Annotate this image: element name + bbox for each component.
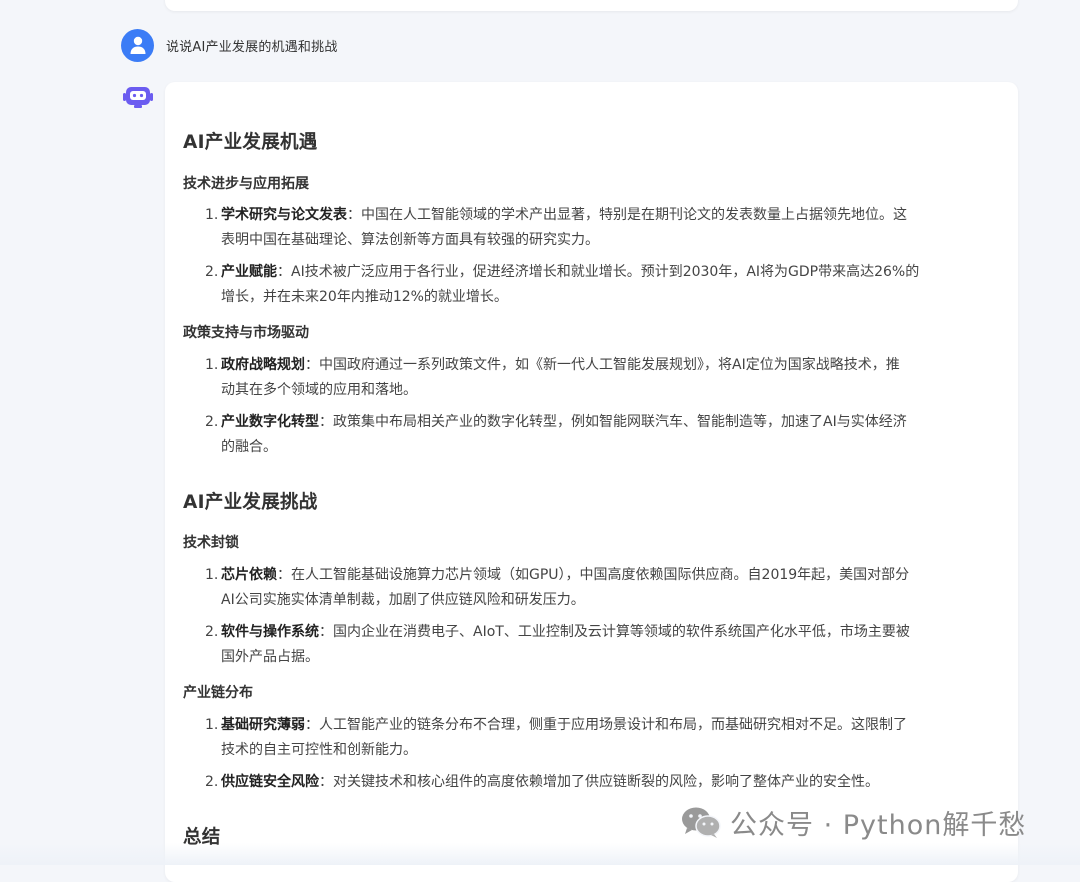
item-text: ：中国在人工智能领域的学术产出显著，特别是在期刊论文的发表数量上占据领先地位。这 (347, 207, 907, 223)
item-text: ：对关键技术和核心组件的高度依赖增加了供应链断裂的风险，影响了整体产业的安全性。 (319, 774, 879, 790)
assistant-bot-icon (123, 87, 153, 108)
item-text: 国外产品占据。 (221, 649, 319, 665)
section-title-opportunities: AI产业发展机遇 (183, 132, 318, 153)
list-number: 1. (205, 207, 219, 223)
item-text: 表明中国在基础理论、算法创新等方面具有较强的研究实力。 (221, 232, 599, 248)
item-term: 软件与操作系统 (221, 624, 319, 640)
list-item: 2. 产业数字化转型：政策集中布局相关产业的数字化转型，例如智能网联汽车、智能制… (205, 410, 984, 460)
section-title-challenges: AI产业发展挑战 (183, 492, 318, 513)
item-text: ：AI技术被广泛应用于各行业，促进经济增长和就业增长。预计到2030年，AI将为… (277, 264, 920, 280)
subheading-tech-blockade: 技术封锁 (183, 535, 239, 551)
list-item: 2. 产业赋能：AI技术被广泛应用于各行业，促进经济增长和就业增长。预计到203… (205, 260, 984, 310)
watermark-text: 公众号 · Python解千愁 (730, 809, 1027, 841)
list-item: 1. 政府战略规划：中国政府通过一系列政策文件，如《新一代人工智能发展规划》，将… (205, 353, 984, 403)
item-text: ：政策集中布局相关产业的数字化转型，例如智能网联汽车、智能制造等，加速了AI与实… (319, 414, 907, 430)
item-text: 的融合。 (221, 439, 277, 455)
list-item: 1. 基础研究薄弱：人工智能产业的链条分布不合理，侧重于应用场景设计和布局，而基… (205, 713, 984, 763)
previous-message-card (165, 0, 1018, 11)
list-number: 1. (205, 567, 219, 583)
assistant-answer-card: AI产业发展机遇 技术进步与应用拓展 1. 学术研究与论文发表：中国在人工智能领… (165, 82, 1018, 882)
bottom-fade (0, 843, 1080, 865)
user-message-text: 说说AI产业发展的机遇和挑战 (166, 39, 338, 55)
item-term: 产业数字化转型 (221, 414, 319, 430)
list-number: 2. (205, 774, 219, 790)
item-text: 技术的自主可控性和创新能力。 (221, 742, 417, 758)
list-item: 1. 芯片依赖：在人工智能基础设施算力芯片领域（如GPU），中国高度依赖国际供应… (205, 563, 984, 613)
subheading-policy: 政策支持与市场驱动 (183, 325, 309, 341)
wechat-icon (682, 807, 721, 838)
user-icon (130, 36, 145, 54)
item-text: AI公司实施实体清单制裁，加剧了供应链风险和研发压力。 (221, 592, 585, 608)
item-term: 政府战略规划 (221, 357, 305, 373)
item-text: ：在人工智能基础设施算力芯片领域（如GPU），中国高度依赖国际供应商。自2019… (277, 567, 910, 583)
watermark: 公众号 · Python解千愁 (680, 801, 1026, 843)
item-text: 动其在多个领域的应用和落地。 (221, 382, 417, 398)
list-item: 2. 软件与操作系统：国内企业在消费电子、AIoT、工业控制及云计算等领域的软件… (205, 620, 984, 670)
list-number: 2. (205, 264, 219, 280)
item-text: 增长，并在未来20年内推动12%的就业增长。 (221, 289, 508, 305)
list-item: 2. 供应链安全风险：对关键技术和核心组件的高度依赖增加了供应链断裂的风险，影响… (205, 770, 984, 795)
user-avatar (121, 28, 154, 62)
subheading-tech-progress: 技术进步与应用拓展 (183, 176, 309, 192)
list-number: 2. (205, 624, 219, 640)
subheading-industry-chain: 产业链分布 (183, 685, 253, 701)
item-term: 供应链安全风险 (221, 774, 319, 790)
item-term: 芯片依赖 (221, 567, 277, 583)
item-text: ：中国政府通过一系列政策文件，如《新一代人工智能发展规划》，将AI定位为国家战略… (305, 357, 900, 373)
item-term: 产业赋能 (221, 264, 277, 280)
user-message-row: 说说AI产业发展的机遇和挑战 (121, 28, 338, 62)
item-term: 学术研究与论文发表 (221, 207, 347, 223)
item-text: ：人工智能产业的链条分布不合理，侧重于应用场景设计和布局，而基础研究相对不足。这… (305, 717, 907, 733)
list-number: 2. (205, 414, 219, 430)
item-term: 基础研究薄弱 (221, 717, 305, 733)
item-text: ：国内企业在消费电子、AIoT、工业控制及云计算等领域的软件系统国产化水平低，市… (319, 624, 910, 640)
list-item: 1. 学术研究与论文发表：中国在人工智能领域的学术产出显著，特别是在期刊论文的发… (205, 203, 984, 253)
list-number: 1. (205, 357, 219, 373)
list-number: 1. (205, 717, 219, 733)
